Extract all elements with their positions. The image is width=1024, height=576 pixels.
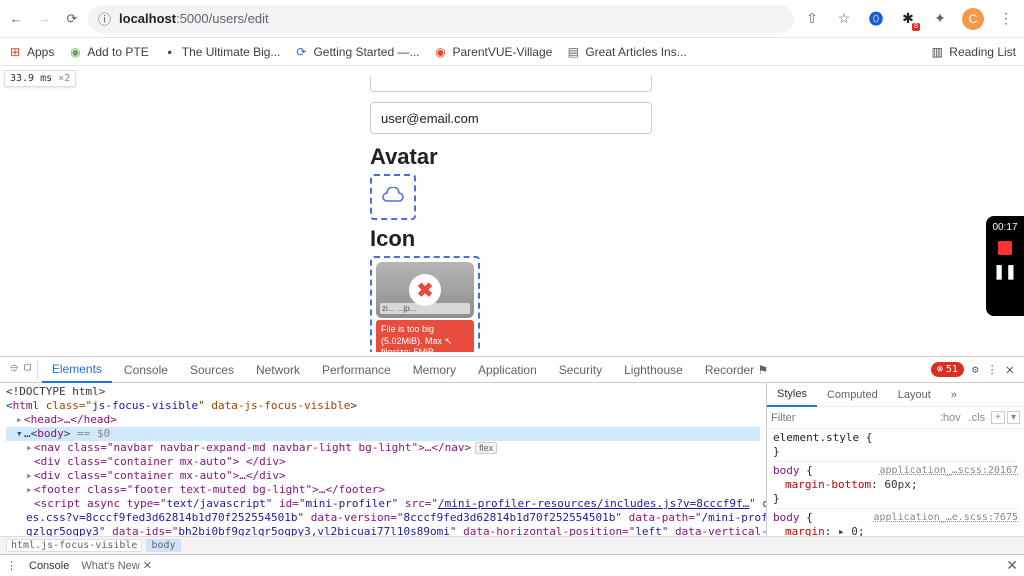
devtools-right-controls: 51 ⚙ ⋮ ✕ <box>931 362 1020 378</box>
extension-other-icon[interactable]: ✱8 <box>898 9 918 29</box>
bookmark-icon: ◉ <box>434 45 448 59</box>
bookmark-icon: ◉ <box>68 45 82 59</box>
devtools-panel: ⯐ ▢ Elements Console Sources Network Per… <box>0 356 1024 576</box>
subtab-computed[interactable]: Computed <box>817 389 888 401</box>
forward-icon[interactable]: → <box>36 11 52 27</box>
styles-filter-row: :hov .cls + ▾ <box>767 407 1024 429</box>
close-devtools-icon[interactable]: ✕ <box>1006 362 1014 378</box>
reload-icon[interactable]: ⟳ <box>64 11 80 27</box>
address-bar[interactable]: ⓘ localhost:5000/users/edit <box>88 5 794 33</box>
hov-toggle[interactable]: :hov <box>936 412 965 424</box>
pause-record-button[interactable]: ❚❚ <box>993 263 1016 280</box>
new-style-rule-button[interactable]: + <box>991 411 1005 424</box>
apps-button[interactable]: ⊞Apps <box>8 45 54 59</box>
x-icon: ✖ <box>417 278 434 303</box>
styles-filter-input[interactable] <box>771 412 936 424</box>
devtools-inspect-group: ⯐ ▢ <box>4 360 38 379</box>
settings-gear-icon[interactable]: ⚙ <box>972 363 979 376</box>
tab-performance[interactable]: Performance <box>312 357 401 383</box>
tab-application[interactable]: Application <box>468 357 547 383</box>
close-drawer-icon[interactable]: ✕ <box>1006 557 1018 574</box>
error-count-badge[interactable]: 51 <box>931 362 964 377</box>
bookmark-star-icon[interactable]: ☆ <box>834 9 854 29</box>
dom-tree[interactable]: <!DOCTYPE html> <html class="js-focus-vi… <box>0 383 766 536</box>
browser-toolbar: ← → ⟳ ⓘ localhost:5000/users/edit ⇧ ☆ ⓿ … <box>0 0 1024 38</box>
inspect-element-icon[interactable]: ⯐ <box>10 360 18 379</box>
extension-1password-icon[interactable]: ⓿ <box>866 9 886 29</box>
upload-thumbnail: ✖ zi... ...jp... <box>376 262 474 318</box>
subtab-layout[interactable]: Layout <box>888 389 941 401</box>
cls-toggle[interactable]: .cls <box>965 412 990 424</box>
devtools-tabs: ⯐ ▢ Elements Console Sources Network Per… <box>0 357 1024 383</box>
bookmark-item[interactable]: ▪The Ultimate Big... <box>163 45 281 59</box>
stop-record-button[interactable] <box>998 241 1012 255</box>
style-panel-menu[interactable]: ▾ <box>1007 411 1020 424</box>
styles-pane: Styles Computed Layout » :hov .cls + ▾ e… <box>766 383 1024 536</box>
share-icon[interactable]: ⇧ <box>802 9 822 29</box>
tab-elements[interactable]: Elements <box>42 357 112 383</box>
drawer-tab-console[interactable]: Console <box>29 560 69 572</box>
drawer-menu-icon[interactable]: ⋮ <box>6 559 17 572</box>
tab-console[interactable]: Console <box>114 357 178 383</box>
bookmarks-bar: ⊞Apps ◉Add to PTE ▪The Ultimate Big... ⟳… <box>0 38 1024 66</box>
tab-security[interactable]: Security <box>549 357 612 383</box>
tab-lighthouse[interactable]: Lighthouse <box>614 357 693 383</box>
extensions-icon[interactable]: ✦ <box>930 9 950 29</box>
tab-sources[interactable]: Sources <box>180 357 244 383</box>
site-info-icon[interactable]: ⓘ <box>98 9 111 28</box>
url-text: localhost:5000/users/edit <box>119 11 269 26</box>
reading-list-button[interactable]: ▥Reading List <box>930 45 1016 59</box>
drawer-tab-whatsnew[interactable]: What's New ✕ <box>81 559 152 572</box>
remove-file-button[interactable]: ✖ <box>409 274 441 306</box>
bookmark-icon: ⟳ <box>294 45 308 59</box>
page-content: user@email.com Avatar Icon ✖ zi... ...jp… <box>0 66 1024 352</box>
tab-memory[interactable]: Memory <box>403 357 466 383</box>
profile-avatar[interactable]: C <box>962 8 984 30</box>
tab-recorder[interactable]: Recorder ⚑ <box>695 357 778 383</box>
subtab-styles[interactable]: Styles <box>767 383 817 407</box>
styles-rules[interactable]: element.style { } application_…scss:2016… <box>767 429 1024 536</box>
avatar-heading: Avatar <box>370 144 1024 170</box>
subtab-more[interactable]: » <box>941 389 967 401</box>
icon-dropzone[interactable]: ✖ zi... ...jp... File is too big (5.02Mi… <box>370 256 480 352</box>
devtools-body: <!DOCTYPE html> <html class="js-focus-vi… <box>0 383 1024 536</box>
mini-profiler-badge[interactable]: 33.9 ms ×2 <box>4 70 76 87</box>
bookmark-icon: ▪ <box>163 45 177 59</box>
email-field-partial[interactable] <box>370 76 652 92</box>
screen-recorder-widget[interactable]: 00:17 ❚❚ <box>986 216 1024 316</box>
device-toolbar-icon[interactable]: ▢ <box>24 360 31 379</box>
menu-icon[interactable]: ⋮ <box>996 9 1016 29</box>
dom-breadcrumbs[interactable]: html.js-focus-visible body <box>0 536 1024 554</box>
cloud-upload-icon <box>381 187 405 208</box>
bookmark-item[interactable]: ◉ParentVUE-Village <box>434 45 553 59</box>
avatar-dropzone[interactable] <box>370 174 416 220</box>
more-menu-icon[interactable]: ⋮ <box>987 363 998 376</box>
bookmark-item[interactable]: ▤Great Articles Ins... <box>566 45 686 59</box>
bookmark-icon: ▤ <box>566 45 580 59</box>
bookmark-item[interactable]: ◉Add to PTE <box>68 45 148 59</box>
apps-icon: ⊞ <box>8 45 22 59</box>
reading-list-icon: ▥ <box>930 45 944 59</box>
back-icon[interactable]: ← <box>8 11 24 27</box>
tab-network[interactable]: Network <box>246 357 310 383</box>
nav-buttons: ← → ⟳ <box>8 11 80 27</box>
email-field[interactable]: user@email.com <box>370 102 652 134</box>
devtools-drawer: ⋮ Console What's New ✕ ✕ <box>0 554 1024 576</box>
upload-error-message: File is too big (5.02MiB). Max ↖ filesiz… <box>376 320 474 352</box>
styles-tabs: Styles Computed Layout » <box>767 383 1024 407</box>
bookmark-item[interactable]: ⟳Getting Started —... <box>294 45 419 59</box>
record-time: 00:17 <box>992 222 1017 233</box>
toolbar-right: ⇧ ☆ ⓿ ✱8 ✦ C ⋮ <box>802 8 1016 30</box>
icon-heading: Icon <box>370 226 1024 252</box>
